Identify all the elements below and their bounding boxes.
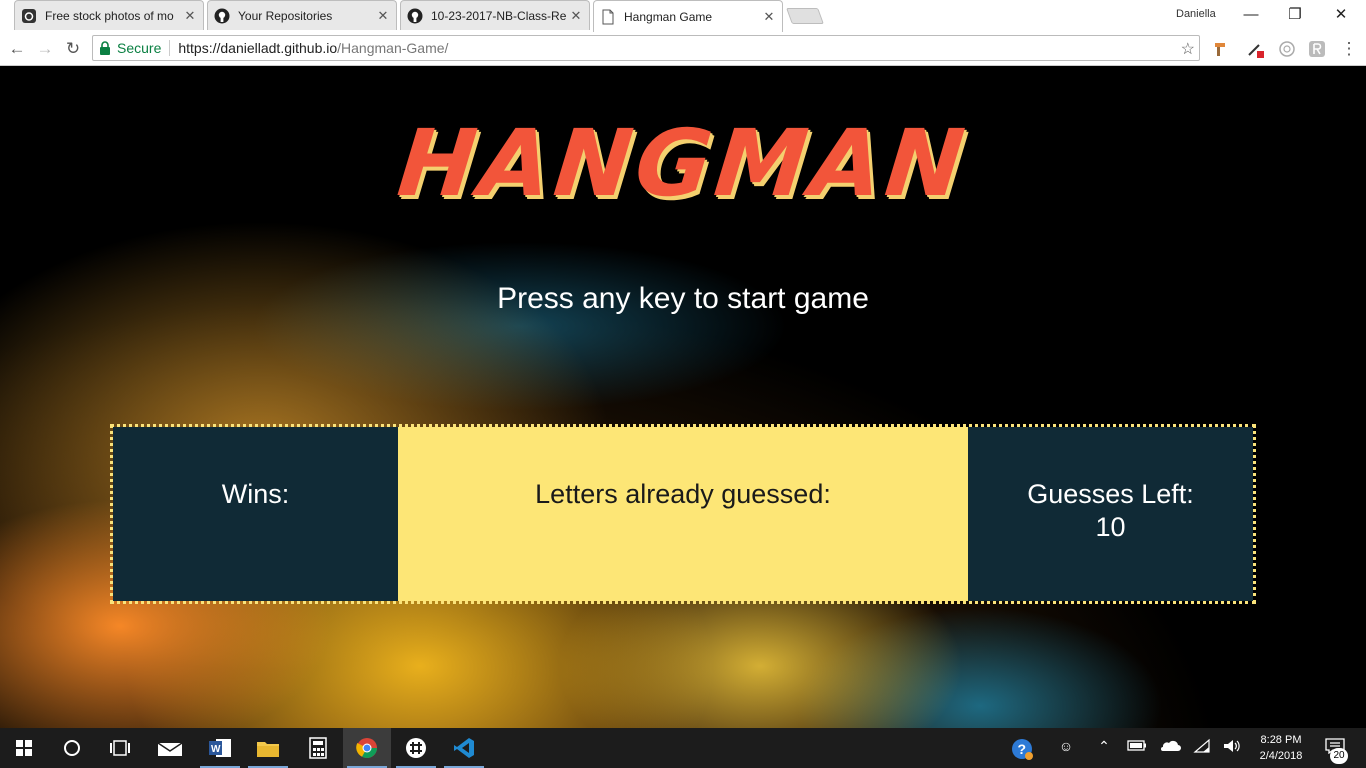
tab-title: Hangman Game — [624, 9, 713, 24]
scoreboard: Wins: Letters already guessed: Guesses L… — [110, 424, 1256, 604]
notification-count-badge: 20 — [1330, 748, 1348, 764]
page-icon — [602, 9, 614, 24]
windows-start-icon[interactable] — [0, 728, 48, 768]
secure-label: Secure — [117, 40, 162, 56]
help-icon[interactable]: ? — [1010, 738, 1034, 760]
tab-strip: Free stock photos of mo ✕ Your Repositor… — [0, 0, 1366, 32]
chevron-up-icon[interactable]: ⌃ — [1094, 738, 1114, 758]
profile-name[interactable]: Daniella — [1176, 8, 1216, 20]
wifi-icon[interactable] — [1192, 738, 1212, 758]
extension-r-icon[interactable] — [1308, 40, 1326, 58]
tab-title: 10-23-2017-NB-Class-Re — [431, 8, 567, 23]
extension-eyedropper-icon[interactable] — [1246, 40, 1264, 58]
onedrive-icon[interactable] — [1158, 738, 1182, 758]
people-icon[interactable]: ☺ — [1054, 738, 1078, 758]
reload-icon[interactable]: ↻ — [62, 38, 84, 60]
menu-icon[interactable]: ⋮ — [1338, 38, 1360, 60]
forward-icon[interactable]: → — [34, 38, 56, 60]
minimize-icon[interactable]: — — [1236, 4, 1266, 26]
guesses-left-label: Guesses Left: — [1027, 479, 1194, 509]
taskbar: W ? ☺ ⌃ 8:28 PM 2/4/2018 20 — [0, 728, 1366, 768]
tab-title: Free stock photos of mo — [45, 8, 174, 23]
lock-icon — [100, 41, 110, 55]
vscode-icon[interactable] — [440, 728, 488, 768]
url-host: https://danielladt.github.io — [178, 40, 338, 56]
start-prompt: Press any key to start game — [497, 282, 869, 315]
chrome-icon[interactable] — [343, 728, 391, 768]
calculator-icon[interactable] — [294, 728, 342, 768]
restore-icon[interactable]: ❐ — [1280, 4, 1310, 26]
back-icon[interactable]: ← — [6, 38, 28, 60]
page-background: HANGMAN Press any key to start game Wins… — [0, 66, 1366, 728]
close-icon[interactable]: ✕ — [569, 8, 583, 24]
camera-icon — [22, 8, 36, 23]
system-clock[interactable]: 8:28 PM 2/4/2018 — [1248, 732, 1314, 764]
extension-circle-icon[interactable] — [1278, 40, 1296, 58]
tab-free-stock-photos[interactable]: Free stock photos of mo ✕ — [14, 0, 204, 30]
address-bar[interactable]: Secure https://danielladt.github.io/Hang… — [92, 35, 1200, 61]
browser-toolbar: ← → ↻ Secure https://danielladt.github.i… — [0, 32, 1366, 66]
slack-icon[interactable] — [392, 728, 440, 768]
page-title: HANGMAN — [393, 110, 973, 217]
volume-icon[interactable] — [1222, 738, 1242, 758]
guesses-left-value: 10 — [1095, 512, 1126, 542]
battery-icon[interactable] — [1126, 738, 1148, 758]
tab-your-repositories[interactable]: Your Repositories ✕ — [207, 0, 397, 30]
svg-text:?: ? — [1018, 741, 1027, 757]
word-icon[interactable]: W — [196, 728, 244, 768]
close-icon[interactable]: ✕ — [376, 8, 390, 24]
extension-hammer-icon[interactable] — [1212, 40, 1230, 58]
url-path: /Hangman-Game/ — [337, 40, 449, 56]
clock-date: 2/4/2018 — [1259, 750, 1303, 762]
file-explorer-icon[interactable] — [244, 728, 292, 768]
tab-title: Your Repositories — [238, 8, 333, 23]
close-icon[interactable]: ✕ — [183, 8, 197, 24]
tab-class-repo[interactable]: 10-23-2017-NB-Class-Re ✕ — [400, 0, 590, 30]
window-close-icon[interactable]: ✕ — [1326, 4, 1356, 26]
cortana-icon[interactable] — [48, 728, 96, 768]
github-icon — [214, 8, 230, 23]
github-icon — [407, 8, 423, 23]
guesses-left-panel: Guesses Left: 10 — [968, 427, 1253, 601]
clock-time: 8:28 PM — [1260, 734, 1302, 746]
divider — [169, 40, 171, 56]
wins-panel: Wins: — [113, 427, 398, 601]
letters-guessed-label: Letters already guessed: — [535, 479, 831, 509]
bookmark-star-icon[interactable]: ☆ — [1181, 39, 1195, 59]
task-view-icon[interactable] — [96, 728, 144, 768]
close-icon[interactable]: ✕ — [762, 9, 776, 25]
svg-text:W: W — [211, 744, 221, 755]
wins-label: Wins: — [221, 479, 290, 509]
letters-guessed-panel: Letters already guessed: — [398, 427, 968, 601]
tab-hangman-game[interactable]: Hangman Game ✕ — [593, 0, 783, 32]
new-tab-button[interactable] — [786, 8, 824, 24]
mail-icon[interactable] — [146, 728, 194, 768]
